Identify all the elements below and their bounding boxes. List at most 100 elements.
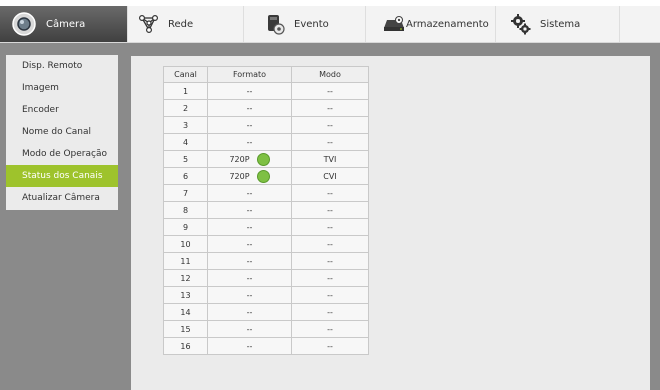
column-header-formato: Formato [207, 66, 292, 83]
table-row: 10 -- -- [163, 235, 369, 253]
sidebar-item-label: Disp. Remoto [22, 61, 83, 71]
tab-storage[interactable]: Armazenamento [366, 6, 496, 42]
cell-canal: 1 [163, 82, 208, 100]
cell-modo: TVI [291, 150, 369, 168]
cell-formato: -- [207, 235, 292, 253]
sidebar-item-nome-do-canal[interactable]: Nome do Canal [6, 121, 118, 143]
tab-system[interactable]: Sistema [496, 6, 620, 42]
cell-formato: 720P [207, 150, 292, 168]
status-ok-icon [256, 152, 270, 166]
cell-canal: 4 [163, 133, 208, 151]
format-value: 720P [229, 154, 250, 164]
table-row: 6 720P CVI [163, 167, 369, 185]
cell-modo: -- [291, 184, 369, 202]
table-row: 8 -- -- [163, 201, 369, 219]
cell-canal: 14 [163, 303, 208, 321]
tab-camera-label: Câmera [46, 18, 86, 30]
cell-canal: 15 [163, 320, 208, 338]
cell-canal: 16 [163, 337, 208, 355]
table-row: 12 -- -- [163, 269, 369, 287]
column-header-modo: Modo [291, 66, 369, 83]
cell-formato: -- [207, 337, 292, 355]
column-header-canal: Canal [163, 66, 208, 83]
cell-modo: -- [291, 337, 369, 355]
cell-canal: 5 [163, 150, 208, 168]
cell-formato: 720P [207, 167, 292, 185]
table-row: 2 -- -- [163, 99, 369, 117]
sidebar-item-label: Encoder [22, 105, 59, 115]
table-row: 5 720P TVI [163, 150, 369, 168]
sidebar-item-status-dos-canais[interactable]: Status dos Canais [6, 165, 118, 187]
cell-formato: -- [207, 252, 292, 270]
sidebar-item-encoder[interactable]: Encoder [6, 99, 118, 121]
cell-canal: 11 [163, 252, 208, 270]
sidebar-item-imagem[interactable]: Imagem [6, 77, 118, 99]
gear-icon [510, 13, 532, 35]
cell-formato: -- [207, 320, 292, 338]
cell-formato: -- [207, 286, 292, 304]
cell-modo: -- [291, 133, 369, 151]
tab-network[interactable]: Rede [128, 6, 244, 42]
table-row: 1 -- -- [163, 82, 369, 100]
sidebar-item-label: Atualizar Câmera [22, 193, 100, 203]
cell-modo: -- [291, 99, 369, 117]
channel-status-table: Canal Formato Modo 1 -- -- 2 -- -- 3 -- -- 4 --… [163, 66, 369, 355]
sidebar-item-atualizar-camera[interactable]: Atualizar Câmera [6, 187, 118, 209]
sidebar-item-disp-remoto[interactable]: Disp. Remoto [6, 55, 118, 77]
cell-canal: 2 [163, 99, 208, 117]
sidebar: Disp. Remoto Imagem Encoder Nome do Cana… [6, 55, 118, 210]
cell-modo: -- [291, 252, 369, 270]
cell-formato: -- [207, 184, 292, 202]
cell-canal: 6 [163, 167, 208, 185]
tab-storage-label: Armazenamento [406, 18, 489, 30]
cell-modo: -- [291, 269, 369, 287]
event-icon [264, 13, 286, 35]
cell-modo: -- [291, 218, 369, 236]
table-row: 16 -- -- [163, 337, 369, 355]
status-ok-icon [256, 169, 270, 183]
cell-canal: 8 [163, 201, 208, 219]
cell-modo: -- [291, 286, 369, 304]
cell-formato: -- [207, 116, 292, 134]
cell-formato: -- [207, 133, 292, 151]
table-row: 3 -- -- [163, 116, 369, 134]
cell-canal: 3 [163, 116, 208, 134]
table-row: 11 -- -- [163, 252, 369, 270]
tab-camera[interactable]: Câmera [0, 6, 128, 42]
cell-formato: -- [207, 82, 292, 100]
cell-canal: 7 [163, 184, 208, 202]
camera-icon [10, 11, 38, 37]
top-nav: Câmera Rede Evento Armazenamento Sistema [0, 6, 660, 43]
tab-event-label: Evento [294, 18, 329, 30]
table-row: 14 -- -- [163, 303, 369, 321]
cell-canal: 13 [163, 286, 208, 304]
cell-formato: -- [207, 269, 292, 287]
sidebar-item-modo-de-operacao[interactable]: Modo de Operação [6, 143, 118, 165]
cell-formato: -- [207, 303, 292, 321]
cell-modo: -- [291, 303, 369, 321]
cell-modo: -- [291, 320, 369, 338]
cell-modo: -- [291, 235, 369, 253]
cell-modo: CVI [291, 167, 369, 185]
storage-icon [382, 15, 406, 33]
tab-event[interactable]: Evento [244, 6, 366, 42]
cell-formato: -- [207, 218, 292, 236]
table-row: 13 -- -- [163, 286, 369, 304]
sidebar-item-label: Modo de Operação [22, 149, 107, 159]
table-header-row: Canal Formato Modo [163, 66, 369, 83]
table-row: 9 -- -- [163, 218, 369, 236]
table-row: 4 -- -- [163, 133, 369, 151]
sidebar-item-label: Imagem [22, 83, 59, 93]
cell-canal: 9 [163, 218, 208, 236]
network-icon [138, 14, 160, 34]
table-row: 15 -- -- [163, 320, 369, 338]
sidebar-item-label: Nome do Canal [22, 127, 92, 137]
tab-system-label: Sistema [540, 18, 581, 30]
cell-formato: -- [207, 99, 292, 117]
cell-modo: -- [291, 116, 369, 134]
tab-network-label: Rede [168, 18, 194, 30]
cell-modo: -- [291, 82, 369, 100]
cell-modo: -- [291, 201, 369, 219]
sidebar-item-label: Status dos Canais [22, 171, 103, 181]
cell-formato: -- [207, 201, 292, 219]
